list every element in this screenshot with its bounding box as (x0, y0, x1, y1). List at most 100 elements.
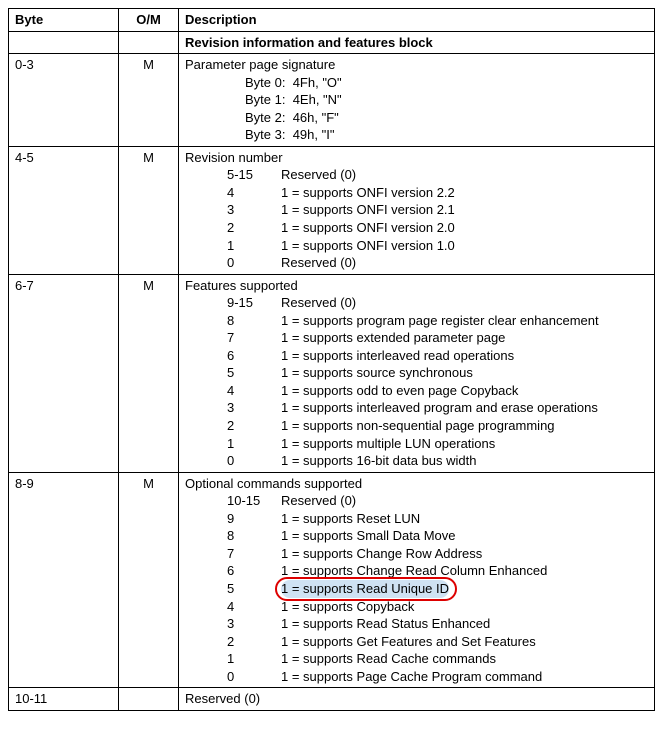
bit-row: 31 = supports ONFI version 2.1 (185, 201, 648, 219)
row-title: Revision number (185, 149, 648, 167)
sig-line: Byte 0: 4Fh, "O" (245, 74, 648, 92)
bit-index: 5 (185, 364, 281, 382)
bit-desc: 1 = supports odd to even page Copyback (281, 382, 648, 400)
bit-row: 9-15Reserved (0) (185, 294, 648, 312)
bit-index: 3 (185, 615, 281, 633)
bit-desc: Reserved (0) (281, 254, 648, 272)
bit-index: 2 (185, 417, 281, 435)
bit-desc: 1 = supports Read Status Enhanced (281, 615, 648, 633)
bit-row: 81 = supports Small Data Move (185, 527, 648, 545)
bit-index: 9 (185, 510, 281, 528)
bit-desc: 1 = supports interleaved program and era… (281, 399, 648, 417)
bit-index: 7 (185, 329, 281, 347)
col-om-header: O/M (119, 9, 179, 32)
row-6-7: 6-7 M Features supported 9-15Reserved (0… (9, 274, 655, 472)
bit-index: 8 (185, 527, 281, 545)
header-row: Byte O/M Description (9, 9, 655, 32)
bit-index: 5-15 (185, 166, 281, 184)
sig-line: Byte 1: 4Eh, "N" (245, 91, 648, 109)
bit-index: 2 (185, 633, 281, 651)
bit-desc: 1 = supports Reset LUN (281, 510, 648, 528)
bit-desc: 1 = supports Read Unique ID (281, 580, 648, 598)
bit-row: 21 = supports ONFI version 2.0 (185, 219, 648, 237)
om-flag: M (119, 146, 179, 274)
parameter-table: Byte O/M Description Revision informatio… (8, 8, 655, 711)
bit-index: 1 (185, 435, 281, 453)
bit-row: 5-15Reserved (0) (185, 166, 648, 184)
bit-row: 21 = supports non-sequential page progra… (185, 417, 648, 435)
bit-desc: 1 = supports multiple LUN operations (281, 435, 648, 453)
bit-row: 11 = supports Read Cache commands (185, 650, 648, 668)
row-title: Optional commands supported (185, 475, 648, 493)
row-title: Parameter page signature (185, 56, 648, 74)
bit-index: 0 (185, 254, 281, 272)
bit-desc: 1 = supports Read Cache commands (281, 650, 648, 668)
bit-index: 10-15 (185, 492, 281, 510)
row-title: Features supported (185, 277, 648, 295)
desc-cell: Optional commands supported 10-15Reserve… (179, 472, 655, 688)
bit-desc: 1 = supports ONFI version 2.1 (281, 201, 648, 219)
bit-index: 1 (185, 650, 281, 668)
bit-desc: 1 = supports non-sequential page program… (281, 417, 648, 435)
desc-cell: Features supported 9-15Reserved (0)81 = … (179, 274, 655, 472)
byte-range: 8-9 (9, 472, 119, 688)
bit-index: 4 (185, 598, 281, 616)
bit-index: 5 (185, 580, 281, 598)
bit-index: 7 (185, 545, 281, 563)
signature-list: Byte 0: 4Fh, "O" Byte 1: 4Eh, "N" Byte 2… (185, 74, 648, 144)
bit-row: 31 = supports interleaved program and er… (185, 399, 648, 417)
bit-desc: Reserved (0) (281, 492, 648, 510)
bit-row: 21 = supports Get Features and Set Featu… (185, 633, 648, 651)
om-flag: M (119, 54, 179, 147)
byte-range: 6-7 (9, 274, 119, 472)
desc-cell: Parameter page signature Byte 0: 4Fh, "O… (179, 54, 655, 147)
bit-index: 0 (185, 452, 281, 470)
bit-index: 0 (185, 668, 281, 686)
bit-desc: 1 = supports Change Read Column Enhanced (281, 562, 648, 580)
bit-desc: 1 = supports Copyback (281, 598, 648, 616)
om-flag: M (119, 472, 179, 688)
bit-row: 41 = supports odd to even page Copyback (185, 382, 648, 400)
bit-index: 4 (185, 382, 281, 400)
bit-row: 91 = supports Reset LUN (185, 510, 648, 528)
highlighted-bit: 1 = supports Read Unique ID (281, 580, 449, 598)
bit-row: 11 = supports multiple LUN operations (185, 435, 648, 453)
row-10-11: 10-11 Reserved (0) (9, 688, 655, 711)
bit-desc: 1 = supports Get Features and Set Featur… (281, 633, 648, 651)
bit-desc: 1 = supports source synchronous (281, 364, 648, 382)
bit-desc: 1 = supports Small Data Move (281, 527, 648, 545)
bit-index: 6 (185, 562, 281, 580)
bit-index: 2 (185, 219, 281, 237)
section-spacer-row: Revision information and features block (9, 31, 655, 54)
bit-row: 11 = supports ONFI version 1.0 (185, 237, 648, 255)
bit-index: 3 (185, 399, 281, 417)
bit-desc: 1 = supports ONFI version 1.0 (281, 237, 648, 255)
bit-row: 61 = supports interleaved read operation… (185, 347, 648, 365)
bit-index: 6 (185, 347, 281, 365)
desc-cell: Revision number 5-15Reserved (0)41 = sup… (179, 146, 655, 274)
bit-index: 4 (185, 184, 281, 202)
bit-row: 41 = supports Copyback (185, 598, 648, 616)
bit-row: 10-15Reserved (0) (185, 492, 648, 510)
bit-desc: 1 = supports Page Cache Program command (281, 668, 648, 686)
bit-row: 51 = supports Read Unique ID (185, 580, 648, 598)
byte-range: 4-5 (9, 146, 119, 274)
bit-row: 71 = supports Change Row Address (185, 545, 648, 563)
row-0-3: 0-3 M Parameter page signature Byte 0: 4… (9, 54, 655, 147)
byte-range: 0-3 (9, 54, 119, 147)
bit-desc: 1 = supports program page register clear… (281, 312, 648, 330)
row-8-9: 8-9 M Optional commands supported 10-15R… (9, 472, 655, 688)
bit-desc: 1 = supports 16-bit data bus width (281, 452, 648, 470)
bit-row: 0Reserved (0) (185, 254, 648, 272)
bit-row: 71 = supports extended parameter page (185, 329, 648, 347)
sig-line: Byte 3: 49h, "I" (245, 126, 648, 144)
bit-desc: 1 = supports Change Row Address (281, 545, 648, 563)
bit-desc: 1 = supports interleaved read operations (281, 347, 648, 365)
bit-index: 8 (185, 312, 281, 330)
bit-desc: Reserved (0) (281, 166, 648, 184)
bit-index: 1 (185, 237, 281, 255)
bit-row: 41 = supports ONFI version 2.2 (185, 184, 648, 202)
bit-index: 3 (185, 201, 281, 219)
bit-index: 9-15 (185, 294, 281, 312)
byte-range: 10-11 (9, 688, 119, 711)
